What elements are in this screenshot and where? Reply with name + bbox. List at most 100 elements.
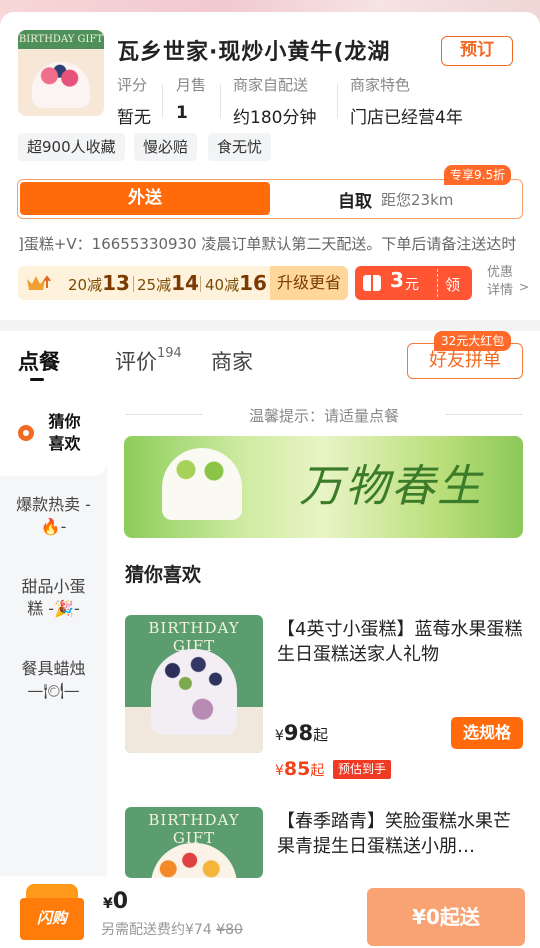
gift-icon	[363, 275, 381, 291]
product-price: ¥98起	[275, 721, 328, 745]
divider	[200, 276, 201, 292]
promo-details-label: 详情	[487, 283, 514, 298]
estimate-badge: 预估到手	[333, 760, 392, 779]
divider	[437, 269, 438, 297]
price-suffix: 起	[313, 726, 329, 744]
discount-badge: 专享9.5折	[444, 165, 512, 185]
promo-banner[interactable]: 万物春生	[124, 436, 523, 538]
stat-value: 暂无	[117, 108, 151, 128]
red-packet-badge: 32元大红包	[434, 331, 512, 351]
select-spec-button[interactable]: 选规格	[451, 717, 523, 749]
tag-late-compensation: 慢必赔	[134, 133, 198, 161]
sale-price-value: 85	[283, 758, 311, 780]
cake-image	[32, 62, 90, 108]
sidebar-item-label: 爆款热卖 -	[16, 495, 91, 514]
member-promo-bar[interactable]: 20减13 25减14 40减16 升级更省	[18, 266, 348, 300]
sidebar-item-hot-sellers[interactable]: 爆款热卖 - 🔥-	[0, 494, 107, 538]
tab-merchant[interactable]: 商家	[211, 346, 253, 376]
divider	[337, 84, 338, 118]
currency-symbol: ¥	[275, 728, 284, 744]
price-value: 98	[283, 721, 314, 745]
section-divider	[0, 320, 540, 331]
pickup-distance: 距您23km	[381, 191, 454, 209]
sidebar-item-label: 喜欢	[48, 434, 81, 453]
tab-order[interactable]: 点餐	[18, 346, 60, 376]
divider	[445, 414, 523, 415]
total-value: 0	[112, 889, 129, 914]
product-image[interactable]: BIRTHDAY GIFT	[125, 615, 263, 753]
tab-reviews-label: 评价	[115, 350, 157, 374]
stat-label: 商家自配送	[233, 76, 309, 94]
divider	[162, 84, 163, 118]
stat-rating: 评分 暂无	[117, 74, 151, 128]
cart-total: ¥0	[103, 889, 128, 914]
promo-value: 16	[239, 271, 267, 295]
store-title[interactable]: 瓦乡世家·现炒小黄牛(龙湖	[117, 34, 427, 66]
sidebar-item-desserts[interactable]: 甜品小蛋 糕 -🎉-	[0, 576, 107, 620]
promo-item: 20减13	[68, 271, 130, 295]
tag-favorites: 超900人收藏	[18, 133, 125, 161]
fruit-cake-image	[151, 843, 237, 878]
delivery-fee-text: 另需配送费约¥74	[101, 922, 212, 938]
sidebar-item-label: 猜你	[48, 412, 81, 431]
bag-label: 闪购	[36, 909, 67, 927]
blueberry-cake-image	[151, 649, 237, 735]
currency-symbol: ¥	[275, 763, 284, 779]
pickup-tab[interactable]: 自取	[338, 187, 372, 212]
promo-item: 25减14	[137, 271, 199, 295]
stat-value: 约180分钟	[233, 108, 317, 128]
sidebar-item-guess-you-like[interactable]: 猜你 喜欢	[0, 411, 107, 455]
sidebar-item-label: 甜品小蛋	[21, 577, 86, 596]
stat-value: 门店已经营4年	[350, 108, 463, 128]
book-button[interactable]: 预订	[441, 36, 513, 66]
stat-label: 评分	[117, 76, 148, 94]
stat-label: 月售	[176, 76, 207, 94]
divider	[220, 84, 221, 118]
sale-suffix: 起	[310, 763, 325, 779]
sidebar-item-label: 🔥-	[40, 517, 67, 536]
stat-value: 1	[176, 103, 188, 123]
tab-reviews[interactable]: 评价194	[115, 346, 182, 376]
checkout-button[interactable]: ¥0起送	[367, 888, 525, 946]
claim-button[interactable]: 领	[445, 274, 460, 295]
reviews-count: 194	[157, 346, 182, 361]
delivery-fee-note: 另需配送费约¥74 ¥80	[101, 919, 243, 939]
sidebar-item-label: 餐具蜡烛	[21, 659, 86, 678]
section-title: 猜你喜欢	[125, 564, 202, 586]
crown-icon	[27, 275, 51, 290]
product-image[interactable]: BIRTHDAY GIFT	[125, 807, 263, 878]
upgrade-button[interactable]: 升级更省	[270, 266, 348, 300]
promo-value: 13	[102, 271, 130, 295]
stat-monthly-sales: 月售 1	[176, 74, 206, 123]
logo-caption: BIRTHDAY GIFT	[18, 34, 104, 45]
promo-details-link[interactable]: 优惠 详情	[487, 264, 513, 300]
original-fee: ¥80	[216, 922, 243, 938]
active-tab-indicator	[30, 378, 44, 381]
promo-prefix: 25减	[137, 276, 172, 294]
banner-cake-image	[162, 448, 242, 520]
cart-bag-icon[interactable]: 闪购	[20, 884, 84, 940]
product-name[interactable]: 【4英寸小蛋糕】蓝莓水果蛋糕生日蛋糕送家人礼物	[277, 617, 523, 667]
store-notice[interactable]: ]蛋糕+V：16655330930 凌晨订单默认第二天配送。下单后请备注送达时	[18, 233, 528, 254]
reminder-tip: 温馨提示：请适量点餐	[248, 407, 399, 425]
stat-delivery-time: 商家自配送 约180分钟	[233, 74, 316, 128]
product-name[interactable]: 【春季踏青】笑脸蛋糕水果芒果青提生日蛋糕送小朋…	[277, 809, 523, 859]
coupon-unit: 元	[405, 277, 419, 293]
stat-store-feature: 商家特色 门店已经营4年	[350, 74, 463, 128]
delivery-tab[interactable]: 外送	[20, 182, 270, 215]
sidebar-item-label: —🍽—	[27, 681, 80, 700]
tag-food-safety: 食无忧	[208, 133, 272, 161]
promo-prefix: 40减	[205, 276, 240, 294]
coupon-claim[interactable]: 3 元 领	[355, 266, 472, 300]
promo-value: 14	[171, 271, 199, 295]
chevron-right-icon: >	[519, 280, 530, 294]
currency-symbol: ¥	[103, 896, 113, 912]
sidebar-item-tableware[interactable]: 餐具蜡烛 —🍽—	[0, 658, 107, 702]
store-logo[interactable]: BIRTHDAY GIFT	[18, 30, 104, 116]
sidebar-item-label: 糕 -🎉-	[27, 599, 80, 618]
coupon-amount: 3	[390, 268, 404, 292]
promo-details-label: 优惠	[487, 265, 514, 280]
promo-prefix: 20减	[68, 276, 103, 294]
stat-label: 商家特色	[350, 76, 411, 94]
delivery-mode-switch: 外送 自取 距您23km	[17, 179, 523, 219]
